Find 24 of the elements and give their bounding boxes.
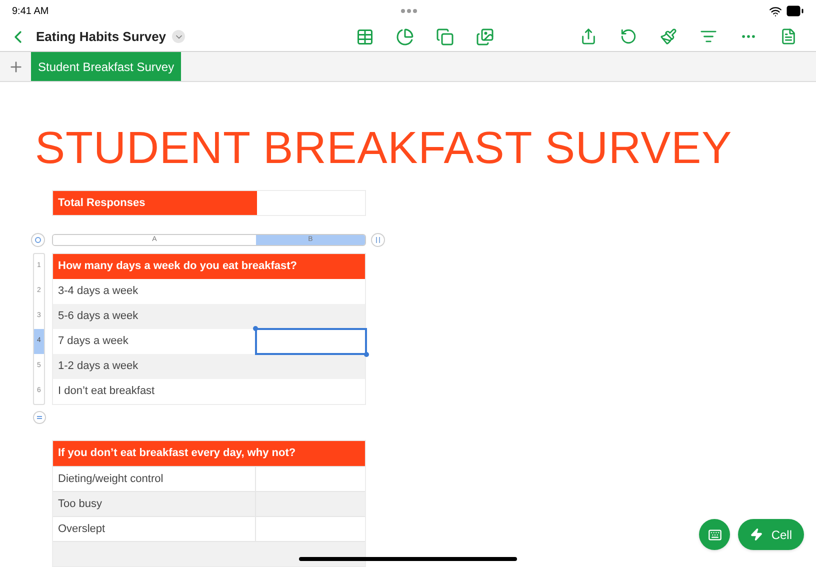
- title-menu-button[interactable]: [172, 30, 186, 43]
- table-cell-text: 3-4 days a week: [57, 284, 140, 300]
- cell-actions-button[interactable]: Cell: [738, 519, 804, 550]
- add-row-handle[interactable]: [33, 411, 46, 424]
- table-header-cell: How many days a week do you eat breakfast?: [53, 254, 365, 279]
- table-cell-text: 7 days a week: [57, 334, 130, 350]
- column-resize-handle[interactable]: [371, 233, 385, 247]
- page-title: STUDENT BREAKFAST SURVEY: [35, 121, 732, 175]
- keyboard-button[interactable]: [699, 519, 730, 550]
- document-title: Eating Habits Survey: [36, 28, 166, 46]
- multitask-dots-icon: [400, 9, 417, 13]
- plus-icon: [8, 58, 24, 74]
- status-time: 9:41 AM: [12, 4, 49, 18]
- keyboard-icon: [708, 528, 722, 542]
- table-cell-text: 1-2 days a week: [57, 359, 140, 374]
- table-cell-text: 5-6 days a week: [57, 309, 140, 324]
- select-table-handle[interactable]: [31, 233, 45, 247]
- wifi-icon: [768, 4, 782, 18]
- table-cell: Total Responses: [53, 191, 257, 215]
- table-cell-text: I don’t eat breakfast: [57, 384, 156, 400]
- lightning-icon: [750, 528, 764, 541]
- sheet-tab[interactable]: Student Breakfast Survey: [31, 52, 182, 81]
- table-header-cell: If you don’t eat breakfast every day, why not?: [53, 441, 365, 466]
- cell-selection-outline[interactable]: [255, 328, 367, 355]
